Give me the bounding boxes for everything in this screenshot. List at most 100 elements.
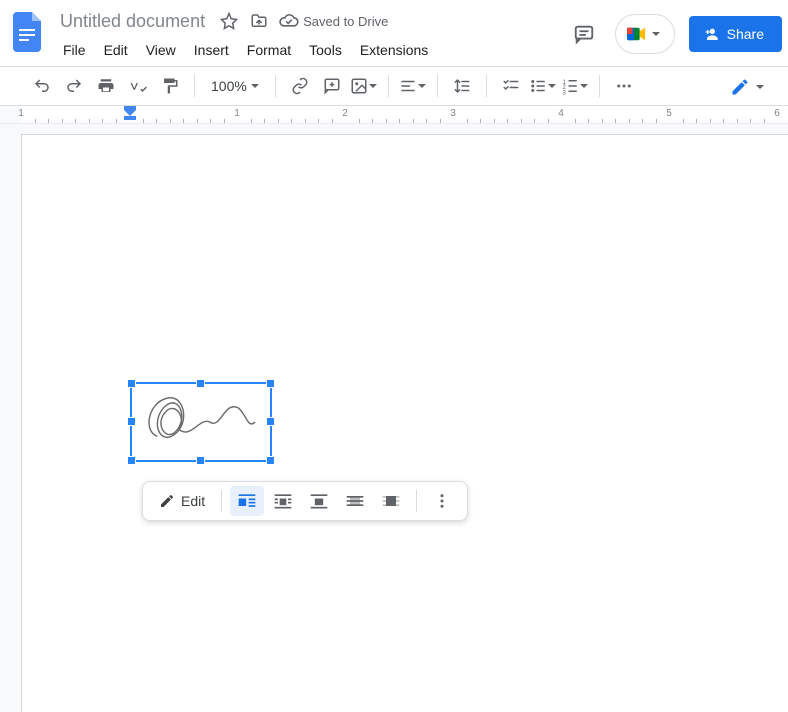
chevron-down-icon <box>251 84 259 88</box>
menu-edit[interactable]: Edit <box>97 38 135 62</box>
redo-icon <box>65 77 83 95</box>
add-comment-button[interactable] <box>318 72 346 100</box>
more-vertical-icon <box>433 492 451 510</box>
ruler-number: 1 <box>18 108 24 119</box>
more-tools-button[interactable] <box>610 72 638 100</box>
separator <box>416 490 417 512</box>
wrap-text-button[interactable] <box>266 486 300 516</box>
spellcheck-icon <box>129 77 147 95</box>
separator <box>437 75 438 97</box>
link-icon <box>291 77 309 95</box>
menu-insert[interactable]: Insert <box>187 38 236 62</box>
move-icon[interactable] <box>249 11 269 31</box>
docs-logo[interactable] <box>10 8 46 56</box>
ruler[interactable]: 1123456 <box>0 106 788 124</box>
title-area: Untitled document Saved to Drive <box>56 8 435 62</box>
pencil-icon <box>159 493 175 509</box>
pencil-icon <box>730 77 750 97</box>
undo-button[interactable] <box>28 72 56 100</box>
zoom-value: 100% <box>211 78 247 94</box>
svg-text:3: 3 <box>563 90 567 95</box>
menu-tools[interactable]: Tools <box>302 38 349 62</box>
document-area: Edit <box>0 124 788 712</box>
ruler-number: 1 <box>234 108 240 119</box>
insert-image-button[interactable] <box>350 72 378 100</box>
menu-extensions[interactable]: Extensions <box>353 38 435 62</box>
resize-handle-e[interactable] <box>266 417 275 426</box>
image-more-options-button[interactable] <box>425 486 459 516</box>
comments-button[interactable] <box>567 17 601 51</box>
align-button[interactable] <box>399 72 427 100</box>
break-text-icon <box>309 492 329 510</box>
person-add-icon <box>703 26 719 42</box>
edit-drawing-button[interactable]: Edit <box>151 486 213 516</box>
resize-handle-ne[interactable] <box>266 379 275 388</box>
wrap-inline-button[interactable] <box>230 486 264 516</box>
insert-link-button[interactable] <box>286 72 314 100</box>
break-text-button[interactable] <box>302 486 336 516</box>
behind-text-button[interactable] <box>338 486 372 516</box>
paint-roller-icon <box>161 77 179 95</box>
resize-handle-sw[interactable] <box>127 456 136 465</box>
menu-view[interactable]: View <box>139 38 183 62</box>
menu-bar: File Edit View Insert Format Tools Exten… <box>56 34 435 62</box>
zoom-select[interactable]: 100% <box>205 72 265 100</box>
editing-mode-button[interactable] <box>722 73 772 101</box>
resize-handle-se[interactable] <box>266 456 275 465</box>
image-options-toolbar: Edit <box>142 481 468 521</box>
document-title-input[interactable]: Untitled document <box>56 9 209 34</box>
cloud-check-icon <box>279 13 299 29</box>
save-status-label: Saved to Drive <box>303 14 388 29</box>
bulleted-list-button[interactable] <box>529 72 557 100</box>
align-left-icon <box>399 77 417 95</box>
title-row: Untitled document Saved to Drive <box>56 8 435 34</box>
line-spacing-button[interactable] <box>448 72 476 100</box>
ruler-number: 4 <box>558 108 564 119</box>
checklist-icon <box>502 77 520 95</box>
menu-format[interactable]: Format <box>240 38 298 62</box>
ruler-number: 6 <box>774 108 780 119</box>
share-button[interactable]: Share <box>689 16 782 52</box>
menu-file[interactable]: File <box>56 38 93 62</box>
image-icon <box>350 77 368 95</box>
meet-icon <box>626 25 648 43</box>
separator <box>599 75 600 97</box>
chevron-down-icon <box>548 84 556 88</box>
print-button[interactable] <box>92 72 120 100</box>
comment-icon <box>573 23 595 45</box>
ruler-number: 5 <box>666 108 672 119</box>
resize-handle-w[interactable] <box>127 417 136 426</box>
paint-format-button[interactable] <box>156 72 184 100</box>
resize-handle-n[interactable] <box>196 379 205 388</box>
separator <box>221 490 222 512</box>
print-icon <box>97 77 115 95</box>
star-icon[interactable] <box>219 11 239 31</box>
first-line-indent-marker[interactable] <box>124 106 136 122</box>
save-status[interactable]: Saved to Drive <box>279 13 388 29</box>
undo-icon <box>33 77 51 95</box>
numbered-list-icon: 123 <box>561 77 579 95</box>
resize-handle-nw[interactable] <box>127 379 136 388</box>
numbered-list-button[interactable]: 123 <box>561 72 589 100</box>
in-front-of-text-button[interactable] <box>374 486 408 516</box>
toolbar: 100% 123 <box>0 66 788 106</box>
redo-button[interactable] <box>60 72 88 100</box>
behind-text-icon <box>345 492 365 510</box>
separator <box>194 75 195 97</box>
drawing-scribble <box>132 384 270 460</box>
in-front-of-text-icon <box>381 492 401 510</box>
chevron-down-icon <box>580 84 588 88</box>
ruler-number: 3 <box>450 108 456 119</box>
meet-button[interactable] <box>615 14 675 54</box>
separator <box>275 75 276 97</box>
checklist-button[interactable] <box>497 72 525 100</box>
separator <box>486 75 487 97</box>
chevron-down-icon <box>756 85 764 89</box>
line-spacing-icon <box>453 77 471 95</box>
wrap-text-icon <box>273 492 293 510</box>
resize-handle-s[interactable] <box>196 456 205 465</box>
chevron-down-icon <box>418 84 426 88</box>
spellcheck-button[interactable] <box>124 72 152 100</box>
chevron-down-icon <box>369 84 377 88</box>
selected-drawing[interactable] <box>130 382 272 462</box>
